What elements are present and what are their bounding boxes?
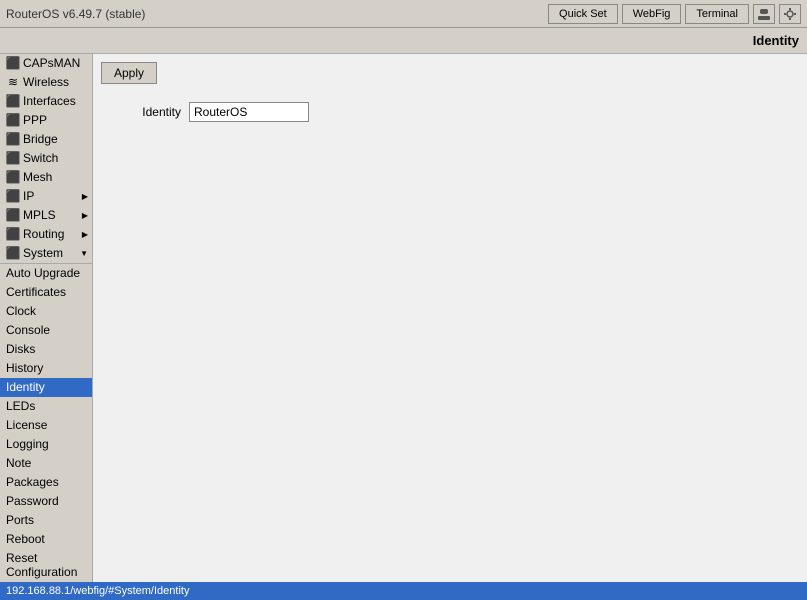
sidebar-item-ip[interactable]: ⬛ IP ▶ bbox=[0, 187, 92, 206]
sidebar-item-certificates[interactable]: Certificates bbox=[0, 283, 92, 302]
top-bar: RouterOS v6.49.7 (stable) Quick Set WebF… bbox=[0, 0, 807, 28]
sidebar-label-capsman: CAPsMAN bbox=[23, 56, 80, 70]
sidebar-item-ports[interactable]: Ports bbox=[0, 511, 92, 530]
sidebar-item-interfaces[interactable]: ⬛ Interfaces bbox=[0, 92, 92, 111]
user-icon bbox=[757, 7, 771, 21]
sidebar-label-mpls: MPLS bbox=[23, 208, 56, 222]
sidebar-label-mesh: Mesh bbox=[23, 170, 52, 184]
label-ports: Ports bbox=[6, 513, 34, 527]
identity-form-row: Identity bbox=[101, 102, 799, 122]
sidebar-item-identity[interactable]: Identity bbox=[0, 378, 92, 397]
sidebar-item-routing[interactable]: ⬛ Routing ▶ bbox=[0, 225, 92, 244]
system-arrow: ▼ bbox=[80, 249, 88, 258]
label-history: History bbox=[6, 361, 43, 375]
interfaces-icon: ⬛ bbox=[6, 94, 20, 108]
sidebar-item-system[interactable]: ⬛ System ▼ bbox=[0, 244, 92, 263]
label-password: Password bbox=[6, 494, 59, 508]
sidebar-item-password[interactable]: Password bbox=[0, 492, 92, 511]
sidebar-item-disks[interactable]: Disks bbox=[0, 340, 92, 359]
sidebar-item-auto-upgrade[interactable]: Auto Upgrade bbox=[0, 264, 92, 283]
mpls-icon: ⬛ bbox=[6, 208, 20, 222]
apply-button[interactable]: Apply bbox=[101, 62, 157, 84]
sidebar-item-history[interactable]: History bbox=[0, 359, 92, 378]
terminal-button[interactable]: Terminal bbox=[685, 4, 749, 24]
sidebar-item-bridge[interactable]: ⬛ Bridge bbox=[0, 130, 92, 149]
sidebar-item-wireless[interactable]: ≋ Wireless bbox=[0, 73, 92, 92]
sidebar-item-clock[interactable]: Clock bbox=[0, 302, 92, 321]
label-packages: Packages bbox=[6, 475, 59, 489]
sidebar-item-mpls[interactable]: ⬛ MPLS ▶ bbox=[0, 206, 92, 225]
webfig-button[interactable]: WebFig bbox=[622, 4, 682, 24]
section-title-bar: Identity bbox=[0, 28, 807, 54]
sidebar-label-bridge: Bridge bbox=[23, 132, 58, 146]
identity-input[interactable] bbox=[189, 102, 309, 122]
label-note: Note bbox=[6, 456, 31, 470]
page-title: Identity bbox=[753, 33, 799, 48]
status-bar: 192.168.88.1/webfig/#System/Identity bbox=[0, 582, 807, 600]
mesh-icon: ⬛ bbox=[6, 170, 20, 184]
icon-button-1[interactable] bbox=[753, 4, 775, 24]
label-logging: Logging bbox=[6, 437, 49, 451]
wireless-icon: ≋ bbox=[6, 75, 20, 89]
label-certificates: Certificates bbox=[6, 285, 66, 299]
routing-arrow: ▶ bbox=[82, 230, 88, 239]
sidebar-label-switch: Switch bbox=[23, 151, 58, 165]
sidebar-item-reset-configuration[interactable]: Reset Configuration bbox=[0, 549, 92, 582]
capsman-icon: ⬛ bbox=[6, 56, 20, 70]
label-leds: LEDs bbox=[6, 399, 35, 413]
identity-label: Identity bbox=[101, 105, 181, 119]
mpls-arrow: ▶ bbox=[82, 211, 88, 220]
status-url: 192.168.88.1/webfig/#System/Identity bbox=[6, 585, 189, 597]
label-console: Console bbox=[6, 323, 50, 337]
sidebar-item-mesh[interactable]: ⬛ Mesh bbox=[0, 168, 92, 187]
sidebar-label-ppp: PPP bbox=[23, 113, 47, 127]
label-disks: Disks bbox=[6, 342, 35, 356]
sidebar-item-packages[interactable]: Packages bbox=[0, 473, 92, 492]
sidebar-item-logging[interactable]: Logging bbox=[0, 435, 92, 454]
app-title: RouterOS v6.49.7 (stable) bbox=[6, 7, 544, 21]
label-clock: Clock bbox=[6, 304, 36, 318]
label-license: License bbox=[6, 418, 47, 432]
sidebar-label-wireless: Wireless bbox=[23, 75, 69, 89]
routing-icon: ⬛ bbox=[6, 227, 20, 241]
ip-arrow: ▶ bbox=[82, 192, 88, 201]
sidebar-item-ppp[interactable]: ⬛ PPP bbox=[0, 111, 92, 130]
label-identity: Identity bbox=[6, 380, 45, 394]
sidebar: ⬛ CAPsMAN ≋ Wireless ⬛ Interfaces ⬛ PPP … bbox=[0, 54, 93, 582]
label-reset-configuration: Reset Configuration bbox=[6, 551, 88, 579]
main-layout: ⬛ CAPsMAN ≋ Wireless ⬛ Interfaces ⬛ PPP … bbox=[0, 54, 807, 582]
label-reboot: Reboot bbox=[6, 532, 45, 546]
bridge-icon: ⬛ bbox=[6, 132, 20, 146]
system-submenu: Auto Upgrade Certificates Clock Console … bbox=[0, 263, 92, 582]
sidebar-item-console[interactable]: Console bbox=[0, 321, 92, 340]
switch-icon: ⬛ bbox=[6, 151, 20, 165]
sidebar-item-leds[interactable]: LEDs bbox=[0, 397, 92, 416]
sidebar-label-routing: Routing bbox=[23, 227, 64, 241]
ip-icon: ⬛ bbox=[6, 189, 20, 203]
sidebar-item-reboot[interactable]: Reboot bbox=[0, 530, 92, 549]
sidebar-item-switch[interactable]: ⬛ Switch bbox=[0, 149, 92, 168]
content-area: Apply Identity bbox=[93, 54, 807, 582]
sidebar-item-license[interactable]: License bbox=[0, 416, 92, 435]
sidebar-label-ip: IP bbox=[23, 189, 34, 203]
sidebar-label-interfaces: Interfaces bbox=[23, 94, 76, 108]
sidebar-label-system: System bbox=[23, 246, 63, 260]
ppp-icon: ⬛ bbox=[6, 113, 20, 127]
system-icon: ⬛ bbox=[6, 246, 20, 260]
label-auto-upgrade: Auto Upgrade bbox=[6, 266, 80, 280]
sidebar-item-note[interactable]: Note bbox=[0, 454, 92, 473]
settings-icon bbox=[783, 7, 797, 21]
icon-button-2[interactable] bbox=[779, 4, 801, 24]
sidebar-item-capsman[interactable]: ⬛ CAPsMAN bbox=[0, 54, 92, 73]
quick-set-button[interactable]: Quick Set bbox=[548, 4, 618, 24]
